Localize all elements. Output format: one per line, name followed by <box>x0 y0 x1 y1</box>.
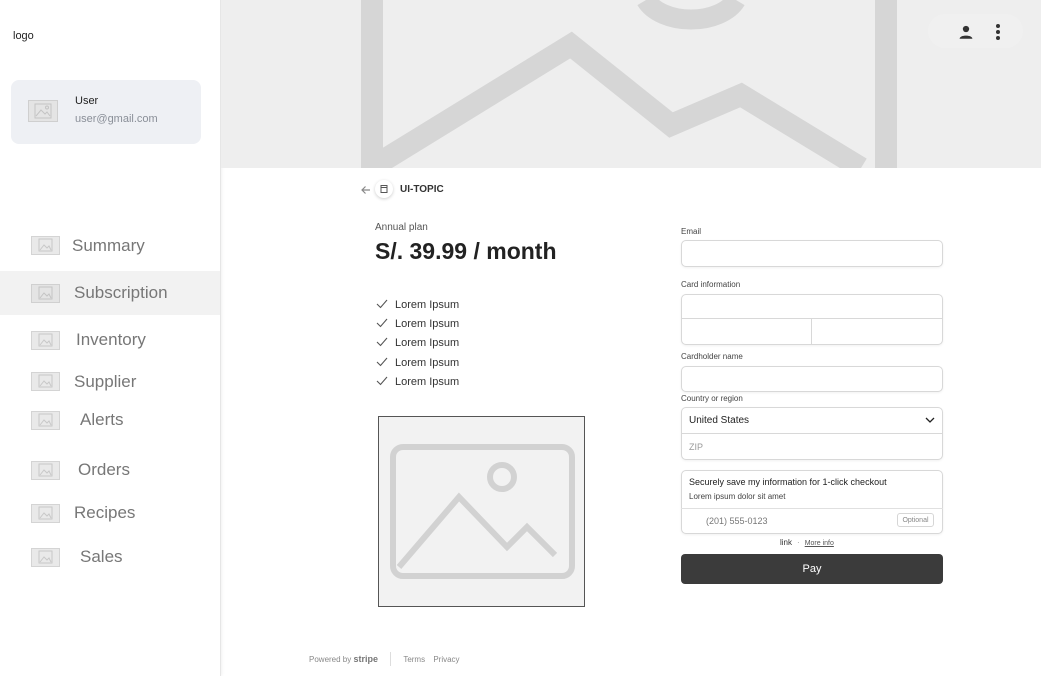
feature-item: Lorem Ipsum <box>376 337 459 349</box>
email-label: Email <box>681 227 702 236</box>
sidebar-item-alerts[interactable]: Alerts <box>0 399 220 443</box>
divider <box>681 508 943 509</box>
avatar-image-icon <box>28 100 58 122</box>
feature-item: Lorem Ipsum <box>376 376 459 388</box>
sidebar-item-subscription[interactable]: Subscription <box>0 271 220 315</box>
link-row: link · More info <box>780 538 834 547</box>
card-number-field[interactable] <box>681 294 943 319</box>
user-email: user@gmail.com <box>75 113 158 125</box>
sidebar-item-label: Orders <box>78 460 130 479</box>
check-icon <box>376 318 388 328</box>
sidebar-item-orders[interactable]: Orders <box>0 449 220 493</box>
save-info-title: Securely save my information for 1-click… <box>689 477 887 487</box>
user-icon[interactable] <box>957 23 975 41</box>
check-icon <box>376 357 388 367</box>
optional-badge: Optional <box>897 513 934 527</box>
privacy-link[interactable]: Privacy <box>433 655 459 664</box>
chevron-down-icon <box>925 417 935 423</box>
image-placeholder-icon <box>31 411 60 430</box>
image-placeholder-icon <box>31 504 60 523</box>
country-select-value: United States <box>689 415 750 426</box>
link-brand: link <box>780 538 793 547</box>
hero-banner <box>221 0 1041 168</box>
sidebar-item-inventory[interactable]: Inventory <box>0 318 220 362</box>
sidebar-item-label: Subscription <box>74 283 168 302</box>
terms-link[interactable]: Terms <box>403 655 425 664</box>
user-card[interactable]: User user@gmail.com <box>11 80 201 144</box>
feature-label: Lorem Ipsum <box>395 337 460 349</box>
image-placeholder-icon <box>31 331 60 350</box>
save-info-subtitle: Lorem ipsum dolor sit amet <box>689 492 786 501</box>
separator-dot: · <box>797 538 800 547</box>
feature-label: Lorem Ipsum <box>395 299 460 311</box>
sidebar-item-supplier[interactable]: Supplier <box>0 360 220 404</box>
sidebar-item-label: Summary <box>72 236 145 255</box>
check-icon <box>376 337 388 347</box>
image-placeholder-icon <box>31 461 60 480</box>
product-image <box>378 416 585 607</box>
top-actions-bar <box>928 14 1023 48</box>
plan-price: S/. 39.99 / month <box>375 238 557 264</box>
feature-label: Lorem Ipsum <box>395 357 460 369</box>
image-placeholder-icon <box>390 444 575 579</box>
cardholder-label: Cardholder name <box>681 352 743 361</box>
back-arrow-icon[interactable] <box>359 183 373 197</box>
sidebar-item-summary[interactable]: Summary <box>0 224 220 268</box>
phone-field[interactable]: (201) 555-0123 <box>706 516 768 526</box>
feature-label: Lorem Ipsum <box>395 318 460 330</box>
country-label: Country or region <box>681 394 743 403</box>
email-field[interactable] <box>681 240 943 267</box>
image-placeholder-icon <box>31 284 60 303</box>
zip-field[interactable]: ZIP <box>689 442 703 452</box>
feature-label: Lorem Ipsum <box>395 376 460 388</box>
sidebar-item-recipes[interactable]: Recipes <box>0 492 220 536</box>
feature-item: Lorem Ipsum <box>376 357 459 369</box>
image-placeholder-icon <box>31 372 60 391</box>
user-name: User <box>75 95 99 107</box>
more-vert-icon[interactable] <box>989 22 1007 42</box>
stripe-logo[interactable]: stripe <box>353 654 378 664</box>
breadcrumb-title: UI-TOPIC <box>400 184 444 195</box>
sidebar-item-label: Recipes <box>74 503 136 522</box>
check-icon <box>376 376 388 386</box>
pay-button[interactable]: Pay <box>681 554 943 584</box>
divider <box>390 652 392 666</box>
sidebar-item-label: Sales <box>80 547 123 566</box>
image-placeholder-icon <box>31 548 60 567</box>
cardholder-field[interactable] <box>681 366 943 392</box>
sidebar-item-label: Alerts <box>80 410 124 429</box>
plan-name: Annual plan <box>375 222 428 233</box>
sidebar: logo User user@gmail.com Summary Subscri… <box>0 0 221 676</box>
powered-by-label: Powered by <box>309 655 352 664</box>
check-icon <box>376 299 388 309</box>
sidebar-item-label: Supplier <box>74 372 137 391</box>
footer: Powered by stripe Terms Privacy <box>309 652 466 666</box>
store-icon <box>375 180 393 198</box>
divider <box>681 433 943 434</box>
feature-item: Lorem Ipsum <box>376 299 459 311</box>
more-info-link[interactable]: More info <box>805 540 834 547</box>
card-cvc-field[interactable] <box>812 319 942 344</box>
card-info-label: Card information <box>681 280 741 289</box>
image-placeholder-icon <box>31 236 60 255</box>
card-expiry-field[interactable] <box>681 319 812 344</box>
sidebar-item-label: Inventory <box>76 330 146 349</box>
feature-item: Lorem Ipsum <box>376 318 459 330</box>
logo: logo <box>13 30 34 42</box>
sidebar-item-sales[interactable]: Sales <box>0 536 220 580</box>
hero-image-placeholder-icon <box>361 0 897 168</box>
